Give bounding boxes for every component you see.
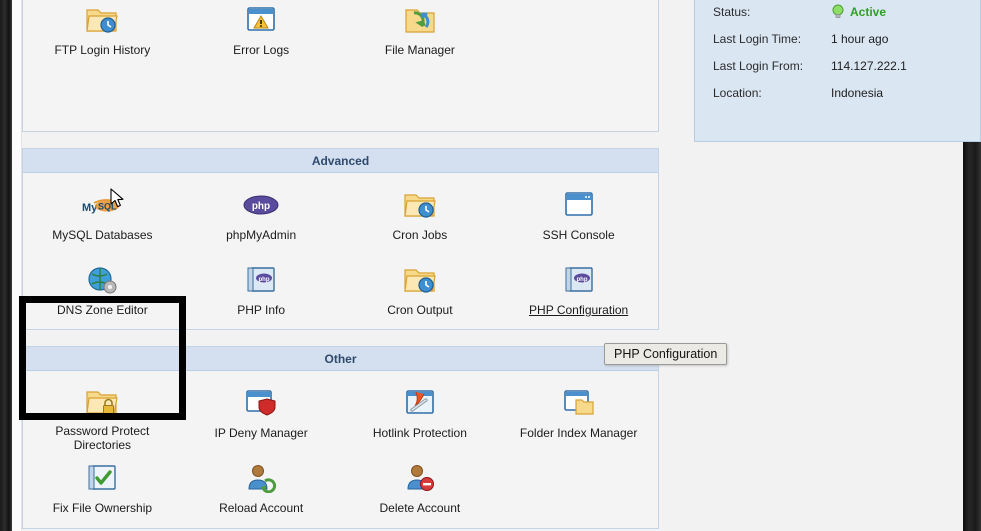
- info-value: Indonesia: [831, 85, 884, 100]
- tile-label: Folder Index Manager: [519, 426, 638, 440]
- tile-label: Hotlink Protection: [372, 426, 467, 440]
- folder-clock-icon: [403, 259, 437, 301]
- other-panel-body: Password Protect Directories IP Deny Man…: [23, 371, 658, 531]
- status-text: Active: [850, 4, 887, 19]
- tile-label: DNS Zone Editor: [57, 303, 148, 317]
- info-label: Last Login Time:: [713, 31, 802, 46]
- tile-ssh-console[interactable]: SSH Console: [499, 179, 658, 254]
- tile-php-info[interactable]: php PHP Info: [182, 254, 341, 329]
- window-warning-icon: [245, 0, 277, 41]
- tile-cron-jobs[interactable]: Cron Jobs: [341, 179, 500, 254]
- lightbulb-icon: [832, 4, 844, 18]
- advanced-panel-body: My SQL MySQL Databases php phpMyAdmin Cr…: [23, 173, 658, 333]
- php-configuration-tooltip: PHP Configuration: [604, 343, 728, 365]
- svg-text:php: php: [259, 277, 270, 283]
- other-panel: Other Password Protect Directories IP De…: [22, 346, 659, 529]
- advanced-panel-title: Advanced: [23, 149, 658, 173]
- tile-label: FTP Login History: [54, 43, 151, 57]
- window-shield-icon: [245, 382, 277, 424]
- tile-delete-account[interactable]: Delete Account: [341, 452, 500, 527]
- info-row-last-login-time: Last Login Time: 1 hour ago: [695, 25, 980, 52]
- tile-label: SSH Console: [542, 228, 615, 242]
- info-label: Last Login From:: [713, 58, 804, 73]
- tile-php-configuration[interactable]: php PHP Configuration: [499, 254, 658, 329]
- tile-mysql-databases[interactable]: My SQL MySQL Databases: [23, 179, 182, 254]
- browser-chrome-left-edge: [0, 0, 12, 531]
- files-panel-body: FTP Access FTP Accounts: [23, 0, 658, 73]
- window-blank-icon: [563, 184, 595, 226]
- tile-label: MySQL Databases: [52, 228, 153, 242]
- php-notebook-icon: php: [563, 259, 595, 301]
- mysql-icon: My SQL: [80, 184, 124, 226]
- tile-label: PHP Info: [237, 303, 286, 317]
- status-badge: Active: [831, 4, 886, 20]
- info-row-location: Location: Indonesia: [695, 79, 980, 106]
- tile-label: Password Protect Directories: [55, 424, 150, 452]
- tile-label: IP Deny Manager: [214, 426, 308, 440]
- page-left-gutter: [12, 0, 22, 531]
- tile-error-logs[interactable]: Error Logs: [182, 0, 341, 69]
- tile-reload-account[interactable]: Reload Account: [182, 452, 341, 527]
- info-row-last-login-from: Last Login From: 114.127.222.1: [695, 52, 980, 79]
- tile-ftp-login-history[interactable]: FTP Login History: [23, 0, 182, 69]
- folder-lock-icon: [85, 382, 119, 422]
- info-label: Location:: [713, 85, 762, 100]
- tile-dns-zone-editor[interactable]: DNS Zone Editor: [23, 254, 182, 329]
- user-delete-icon: [404, 457, 436, 499]
- info-value: 1 hour ago: [831, 31, 889, 46]
- other-icon-grid: Password Protect Directories IP Deny Man…: [23, 371, 658, 531]
- tile-ip-deny-manager[interactable]: IP Deny Manager: [182, 377, 341, 452]
- other-panel-title: Other: [23, 347, 658, 371]
- advanced-icon-grid: My SQL MySQL Databases php phpMyAdmin Cr…: [23, 173, 658, 333]
- advanced-panel: Advanced My SQL MySQL Databases php phpM…: [19, 148, 659, 420]
- window-chain-icon: [404, 382, 436, 424]
- tile-label: Delete Account: [379, 501, 461, 515]
- php-notebook-icon: php: [245, 259, 277, 301]
- tile-fix-file-ownership[interactable]: Fix File Ownership: [23, 452, 182, 527]
- folder-sync-icon: [403, 0, 437, 41]
- tile-password-protect-directories[interactable]: Password Protect Directories: [23, 377, 182, 452]
- tile-label: File Manager: [384, 43, 455, 57]
- tile-file-manager[interactable]: File Manager: [341, 0, 500, 69]
- tile-cron-output[interactable]: Cron Output: [341, 254, 500, 329]
- account-info-panel: Registration: 2013-12-10 Status: Active …: [694, 0, 981, 142]
- tile-label: Fix File Ownership: [52, 501, 153, 515]
- svg-text:My: My: [82, 202, 98, 214]
- tile-label: Error Logs: [233, 43, 290, 57]
- notebook-check-icon: [86, 457, 118, 499]
- php-oval-icon: php: [242, 184, 280, 226]
- globe-gear-icon: [86, 259, 118, 301]
- tile-label: PHP Configuration: [529, 303, 629, 317]
- tile-folder-index-manager[interactable]: Folder Index Manager: [499, 377, 658, 452]
- folder-clock-icon: [403, 184, 437, 226]
- svg-text:SQL: SQL: [98, 202, 117, 212]
- tile-phpmyadmin[interactable]: php phpMyAdmin: [182, 179, 341, 254]
- user-refresh-icon: [245, 457, 277, 499]
- info-label: Status:: [713, 4, 751, 19]
- svg-text:php: php: [252, 201, 270, 212]
- tile-hotlink-protection[interactable]: Hotlink Protection: [341, 377, 500, 452]
- page-content: Files FTP Access: [19, 0, 981, 531]
- info-row-status: Status: Active: [695, 0, 980, 25]
- folder-clock-icon: [85, 0, 119, 41]
- tile-label: Cron Output: [387, 303, 453, 317]
- tile-label: Reload Account: [219, 501, 304, 515]
- window-folder-icon: [563, 382, 595, 424]
- tile-label: Cron Jobs: [392, 228, 448, 242]
- info-value: 114.127.222.1: [831, 58, 907, 73]
- files-icon-grid: FTP Access FTP Accounts: [23, 0, 658, 73]
- files-panel: Files FTP Access: [22, 0, 659, 132]
- svg-text:php: php: [576, 277, 587, 283]
- app-root: Files FTP Access: [0, 0, 981, 531]
- tile-label: phpMyAdmin: [226, 228, 297, 242]
